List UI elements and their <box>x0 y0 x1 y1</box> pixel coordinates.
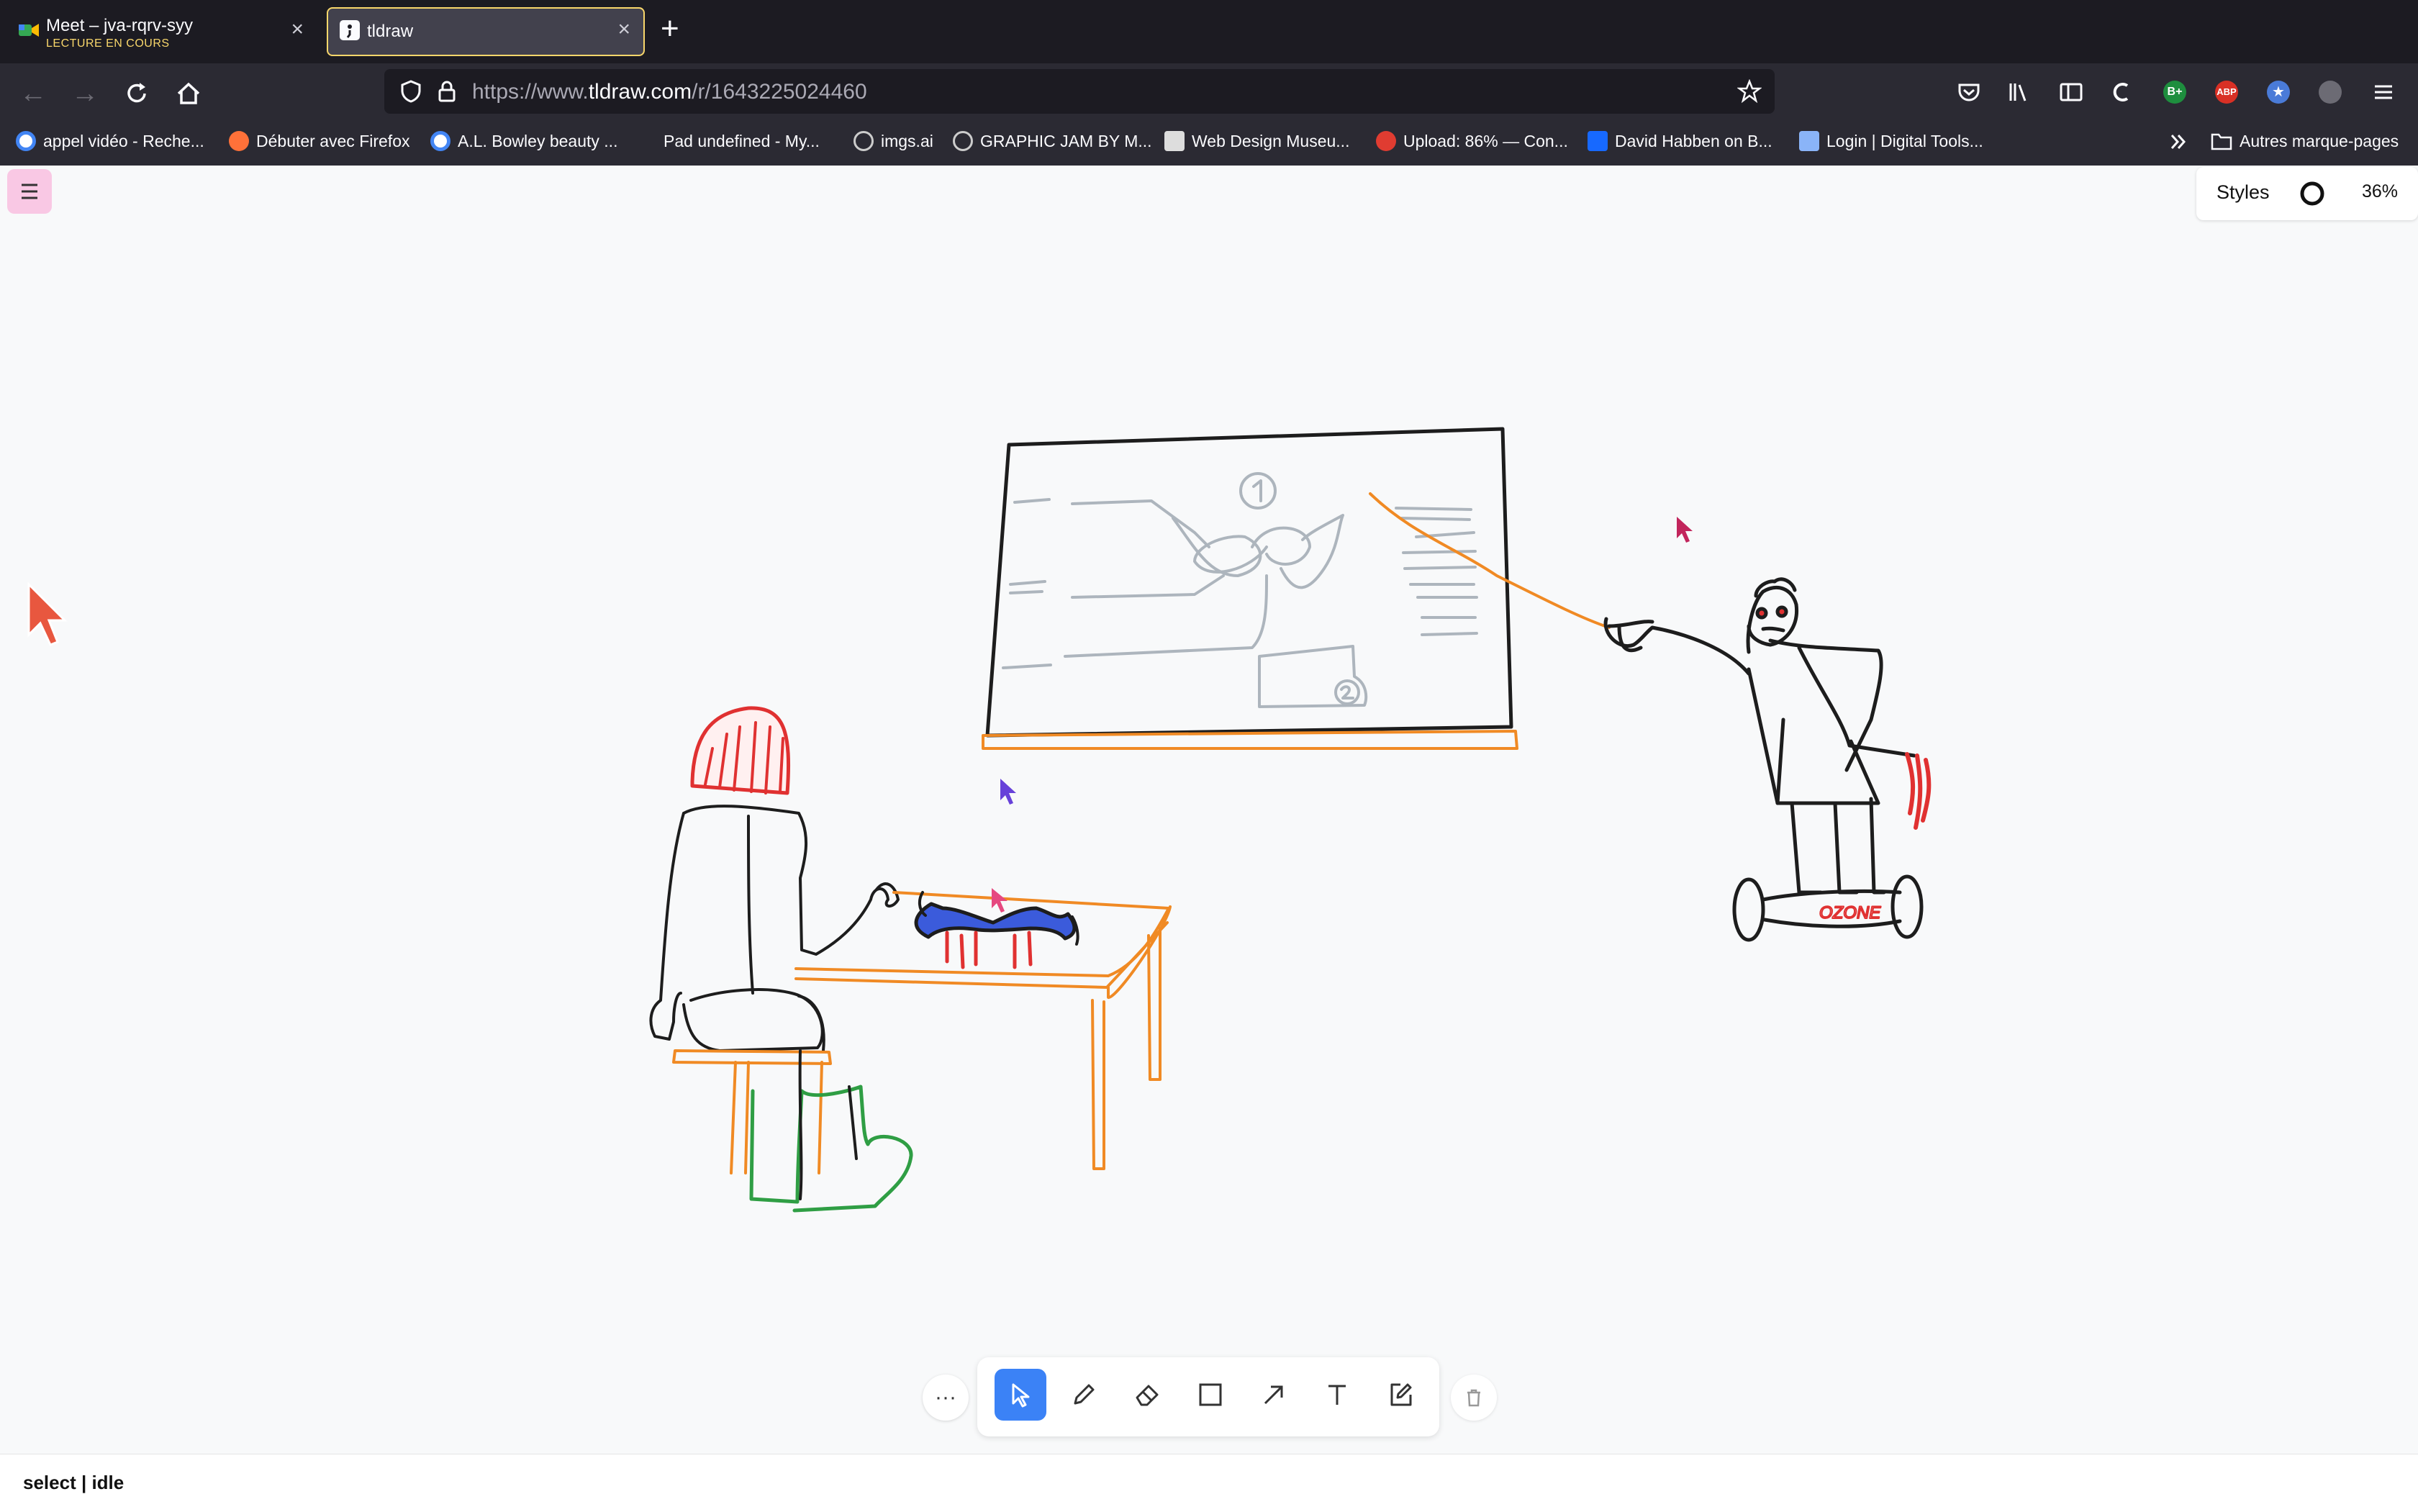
new-tab-button[interactable]: + <box>661 13 679 45</box>
status-text: select | idle <box>23 1472 124 1493</box>
pointer-stick <box>1369 492 1611 629</box>
bookmark-item[interactable]: David Habben on B... <box>1588 128 1772 154</box>
close-icon[interactable]: × <box>617 17 630 42</box>
tab-meet[interactable]: Meet – jva-rqrv-syy LECTURE EN COURS × <box>7 7 317 56</box>
folder-icon <box>2211 133 2232 150</box>
bookmark-item[interactable]: Web Design Museu... <box>1164 128 1349 154</box>
rectangle-icon <box>1199 1383 1222 1406</box>
globe-icon <box>953 131 973 151</box>
hoverboard-label: OZONE <box>1819 903 1881 923</box>
other-bookmarks[interactable]: Autres marque-pages <box>2211 128 2399 154</box>
collaborator-cursor-pink-icon <box>992 888 1008 913</box>
zoom-level[interactable]: 36% <box>2362 181 2398 202</box>
chevron-double-right-icon[interactable] <box>2166 130 2191 154</box>
bookmark-item[interactable]: Upload: 86% — Con... <box>1376 128 1568 154</box>
pencil-icon <box>1074 1384 1095 1405</box>
extension-b-plus-icon[interactable]: B+ <box>2163 81 2186 104</box>
forward-icon[interactable]: → <box>68 76 102 111</box>
teacher-figure <box>1603 577 1924 942</box>
tab-subtitle: LECTURE EN COURS <box>46 37 170 50</box>
extension-avatar-icon[interactable] <box>2319 81 2342 104</box>
collaborator-cursor-purple-icon <box>1000 779 1016 805</box>
rectangle-tool-button[interactable] <box>1185 1369 1236 1421</box>
bookmark-item[interactable]: Débuter avec Firefox <box>229 128 409 154</box>
hamburger-menu-icon[interactable] <box>2371 79 2396 105</box>
collaborator-cursor-red-icon <box>27 581 68 646</box>
bookmark-item[interactable]: imgs.ai <box>853 128 933 154</box>
arrow-icon <box>1264 1385 1283 1405</box>
arrow-tool-button[interactable] <box>1248 1369 1300 1421</box>
eraser-icon <box>1136 1385 1159 1406</box>
extension-c-icon[interactable] <box>2110 79 2136 105</box>
text-icon <box>1328 1385 1346 1405</box>
select-tool-button[interactable] <box>995 1369 1046 1421</box>
bookmark-item[interactable]: appel vidéo - Reche... <box>16 128 204 154</box>
home-icon[interactable] <box>174 79 203 108</box>
url-bar[interactable]: https://www.tldraw.com/r/1643225024460 <box>384 69 1775 114</box>
bookmark-item[interactable]: Login | Digital Tools... <box>1799 128 1983 154</box>
board-sketch <box>1002 472 1478 708</box>
extension-star-icon[interactable]: ★ <box>2267 81 2290 104</box>
google-icon <box>16 131 36 151</box>
upload-icon <box>1376 131 1396 151</box>
tool-bar <box>977 1357 1439 1436</box>
tab-tldraw[interactable]: tldraw × <box>327 7 645 56</box>
bookmark-item[interactable]: Pad undefined - My... <box>648 128 820 154</box>
tab-bar: Meet – jva-rqrv-syy LECTURE EN COURS × t… <box>0 0 2418 63</box>
student-legs <box>749 1085 913 1213</box>
meet-icon <box>19 24 39 37</box>
styles-panel[interactable]: Styles 36% <box>2196 167 2418 220</box>
collaborator-cursor-pink-icon <box>1677 517 1693 543</box>
adblock-icon[interactable]: ABP <box>2215 81 2238 104</box>
library-icon[interactable] <box>2006 79 2032 105</box>
pad-icon <box>648 131 656 151</box>
student-figure <box>649 805 900 1052</box>
delete-button[interactable] <box>1451 1375 1497 1421</box>
hamburger-icon <box>22 184 37 199</box>
draw-tool-button[interactable] <box>1058 1369 1110 1421</box>
trash-icon <box>1467 1389 1480 1407</box>
reload-icon[interactable] <box>122 79 151 108</box>
edit-note-icon <box>1390 1383 1412 1406</box>
whiteboard-tray <box>982 730 1518 750</box>
behance-icon <box>1588 131 1608 151</box>
more-tools-button[interactable]: ··· <box>923 1375 969 1421</box>
tools-icon <box>1799 131 1819 151</box>
styles-button[interactable]: Styles <box>2216 181 2270 204</box>
tab-title: Meet – jva-rqrv-syy <box>46 16 194 35</box>
circle-style-icon[interactable] <box>2299 180 2326 207</box>
tab-title: tldraw <box>367 22 414 41</box>
status-bar: select | idle <box>0 1454 2418 1512</box>
bookmark-item[interactable]: GRAPHIC JAM BY M... <box>953 128 1152 154</box>
star-icon[interactable] <box>1737 79 1762 104</box>
drawing-scene[interactable]: OZONE <box>0 166 2418 1454</box>
cursor-icon <box>1012 1383 1030 1408</box>
erase-tool-button[interactable] <box>1121 1369 1173 1421</box>
lock-icon[interactable] <box>435 79 459 104</box>
main-menu-button[interactable] <box>7 169 52 214</box>
back-icon[interactable]: ← <box>16 76 50 111</box>
close-icon[interactable]: × <box>291 17 304 42</box>
sidebar-icon[interactable] <box>2058 79 2084 105</box>
google-icon <box>430 131 450 151</box>
tldraw-icon <box>340 20 360 40</box>
url-text[interactable]: https://www.tldraw.com/r/1643225024460 <box>472 80 867 104</box>
firefox-icon <box>229 131 249 151</box>
text-tool-button[interactable] <box>1311 1369 1363 1421</box>
teacher-red-tassel <box>1905 752 1932 830</box>
museum-icon <box>1164 131 1185 151</box>
bookmark-item[interactable]: A.L. Bowley beauty ... <box>430 128 617 154</box>
globe-icon <box>853 131 874 151</box>
pocket-icon[interactable] <box>1956 79 1982 105</box>
sticky-tool-button[interactable] <box>1375 1369 1426 1421</box>
shield-icon[interactable] <box>399 79 423 104</box>
